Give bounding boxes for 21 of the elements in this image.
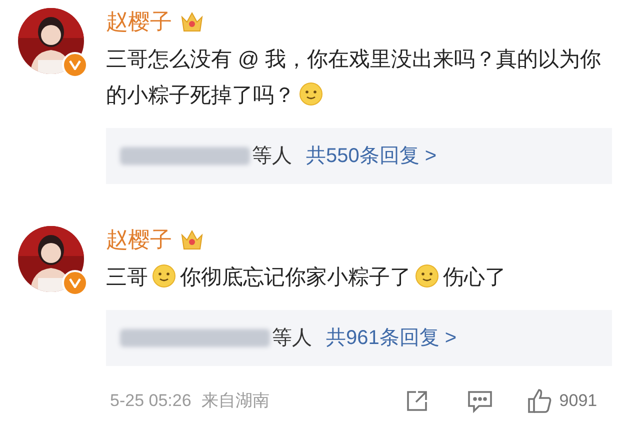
- replies-count-link[interactable]: 共550条回复 >: [306, 141, 437, 171]
- replies-users-label: 等人: [252, 144, 292, 169]
- comment-icon[interactable]: [467, 389, 494, 413]
- emoji-icon: [415, 264, 439, 288]
- emoji-icon: [299, 82, 323, 106]
- author-name[interactable]: 赵樱子: [106, 8, 172, 36]
- location-label: 来自湖南: [201, 390, 270, 412]
- like-count: 9091: [559, 390, 598, 412]
- author-name[interactable]: 赵樱子: [106, 226, 172, 254]
- replies-panel[interactable]: 等人 共961条回复 >: [106, 310, 612, 366]
- replies-users-label: 等人: [272, 326, 312, 351]
- emoji-icon: [152, 264, 176, 288]
- crown-icon: [180, 229, 204, 251]
- crown-icon: [180, 11, 204, 33]
- replies-panel[interactable]: 等人 共550条回复 >: [106, 128, 612, 184]
- comment-text: 三哥怎么没有 @ 我，你在戏里没出来吗？真的以为你的小粽子死掉了吗？: [106, 47, 602, 109]
- replies-count-link[interactable]: 共961条回复 >: [326, 323, 457, 353]
- share-icon[interactable]: [405, 389, 430, 413]
- timestamp: 5-25 05:26: [110, 390, 192, 412]
- thumbs-up-icon[interactable]: [527, 388, 554, 414]
- comment-text: 三哥 你彻底忘记你家小粽子了 伤心了: [106, 263, 507, 291]
